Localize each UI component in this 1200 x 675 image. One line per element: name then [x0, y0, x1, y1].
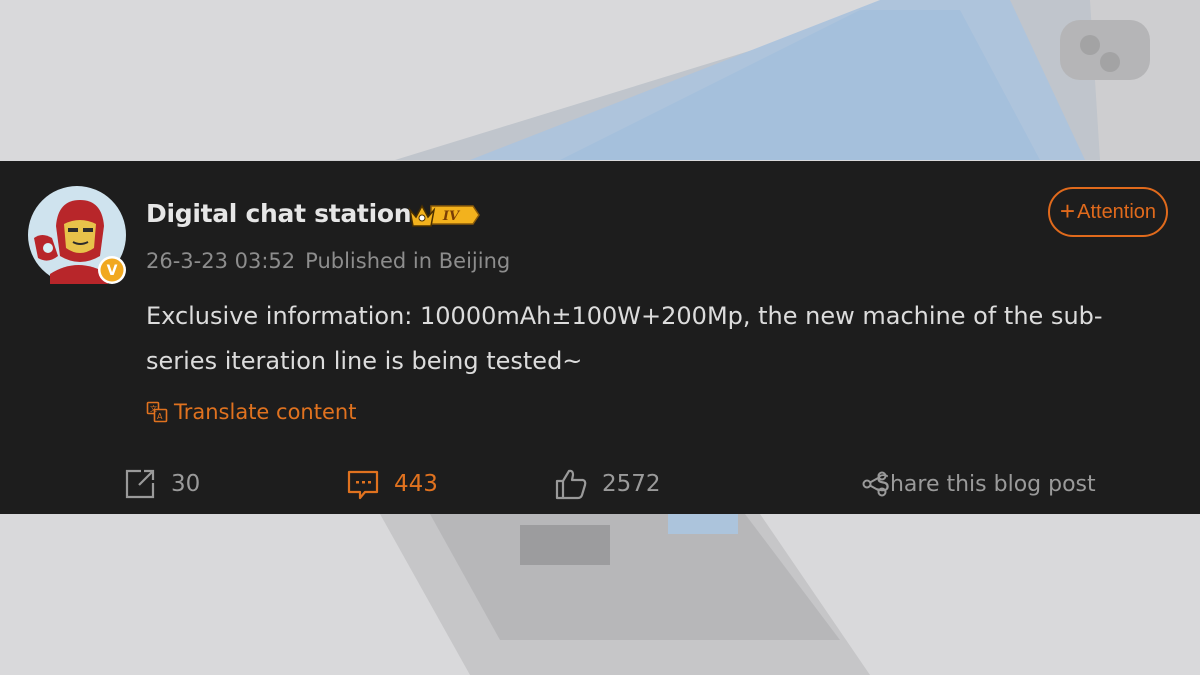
translate-label: Translate content: [174, 400, 357, 424]
share-icon: [862, 471, 887, 497]
share-label: Share this blog post: [876, 471, 1096, 497]
follow-button[interactable]: + Attention: [1048, 187, 1168, 237]
post-location: Published in Beijing: [305, 249, 511, 273]
repost-count: 30: [171, 471, 201, 497]
translate-icon: 文 A: [146, 401, 168, 423]
badge-level: IV: [442, 209, 461, 224]
comment-count: 443: [394, 471, 438, 497]
svg-text:A: A: [157, 412, 163, 421]
svg-text:V: V: [107, 263, 118, 279]
like-count: 2572: [602, 471, 661, 497]
plus-icon: +: [1059, 196, 1076, 226]
post-date: 26-3-23 03:52: [146, 249, 296, 273]
author-name[interactable]: Digital chat station: [146, 199, 412, 228]
comment-button[interactable]: 443: [346, 462, 438, 506]
thumbs-up-icon: [555, 469, 587, 500]
crown-badge-icon: IV: [408, 204, 480, 227]
svg-text:文: 文: [150, 404, 157, 413]
post-meta: 26-3-23 03:52 Published in Beijing: [146, 249, 510, 273]
follow-label: Attention: [1077, 200, 1157, 223]
translate-link[interactable]: 文 A Translate content: [146, 400, 356, 424]
action-bar: 30 443 2572 Share this blog post: [0, 462, 1200, 506]
repost-icon: [125, 469, 155, 499]
avatar[interactable]: V: [28, 186, 126, 284]
post-content: Exclusive information: 10000mAh±100W+200…: [146, 302, 1103, 375]
comment-icon: [347, 470, 379, 500]
like-button[interactable]: 2572: [554, 462, 661, 506]
share-button[interactable]: Share this blog post: [862, 462, 1096, 506]
repost-button[interactable]: 30: [123, 462, 200, 506]
